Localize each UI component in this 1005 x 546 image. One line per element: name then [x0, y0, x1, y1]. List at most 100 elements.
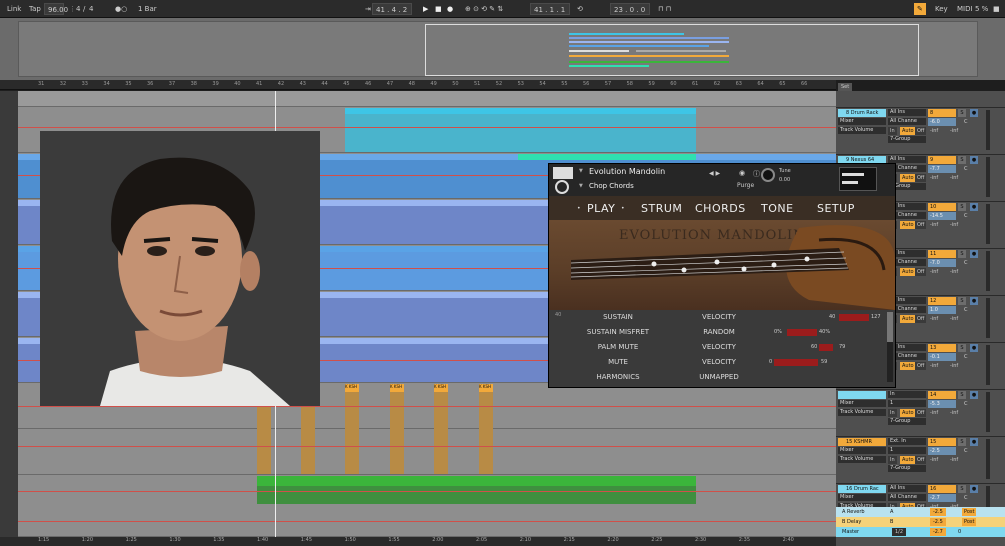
post-button[interactable]: Post: [962, 508, 977, 516]
velocity-range-bar[interactable]: [839, 314, 869, 321]
track-name-header[interactable]: 15 KSHMR: [838, 438, 886, 446]
velocity-range-bar[interactable]: [819, 344, 833, 351]
purge-menu[interactable]: Purge: [737, 182, 754, 189]
velocity-range-bar[interactable]: [787, 329, 817, 336]
volume-field[interactable]: -14.5: [928, 212, 956, 220]
track-name-header[interactable]: 16 Drum Rac: [838, 485, 886, 493]
solo-button[interactable]: S: [958, 297, 966, 305]
output-select[interactable]: 7-Group: [888, 136, 926, 143]
monitor-auto-button[interactable]: Auto: [900, 362, 916, 370]
drum-clip[interactable]: [257, 476, 696, 504]
post-button[interactable]: Post: [962, 518, 977, 526]
audio-clip[interactable]: K KSH: [479, 384, 493, 474]
fret-position-marker[interactable]: [804, 256, 810, 262]
arm-button[interactable]: ●: [970, 438, 978, 446]
metronome-icon[interactable]: ●○: [112, 3, 130, 15]
volume-field[interactable]: -6.0: [928, 118, 956, 126]
solo-button[interactable]: S: [958, 391, 966, 399]
volume-field[interactable]: -7.7: [928, 165, 956, 173]
midi-clip[interactable]: [345, 108, 696, 152]
audio-clip[interactable]: K KSH: [345, 384, 359, 474]
input-channel-select[interactable]: 1: [888, 400, 926, 407]
tune-knob[interactable]: [761, 168, 775, 182]
input-chain-select[interactable]: Mixer: [838, 447, 886, 454]
input-chain-select[interactable]: Mixer: [838, 118, 886, 125]
record-icon[interactable]: ●: [444, 3, 456, 15]
preset-name[interactable]: Chop Chords: [589, 182, 634, 190]
input-type-select[interactable]: All Ins: [888, 156, 926, 163]
articulation-mode[interactable]: RANDOM: [689, 325, 749, 340]
tempo-field[interactable]: 96.00: [44, 3, 68, 15]
monitor-off-button[interactable]: Off: [915, 127, 927, 135]
return-volume[interactable]: -2.5: [930, 508, 946, 516]
output-select[interactable]: 7-Group: [888, 418, 926, 425]
pan-value[interactable]: C: [964, 259, 968, 267]
articulation-mode[interactable]: VELOCITY: [689, 340, 749, 355]
monitor-off-button[interactable]: Off: [915, 315, 927, 323]
snapshot-icon[interactable]: ◉: [739, 169, 745, 177]
articulation-row[interactable]: SUSTAIN MISFRET RANDOM 0% 40%: [549, 325, 895, 340]
volume-field[interactable]: -0.1: [928, 353, 956, 361]
time-ruler[interactable]: 1:15 1:20 1:25 1:30 1:35 1:40 1:45 1:50 1:55 2:00…: [0, 537, 836, 546]
monitor-auto-button[interactable]: Auto: [900, 268, 916, 276]
collapse-icon[interactable]: ▼: [579, 168, 583, 174]
articulation-mode[interactable]: VELOCITY: [689, 310, 749, 325]
arm-button[interactable]: ●: [970, 297, 978, 305]
link-button[interactable]: Link: [4, 3, 24, 15]
loop-icon[interactable]: ⟲: [574, 3, 586, 15]
input-chain-select[interactable]: Mixer: [838, 400, 886, 407]
pan-value[interactable]: C: [964, 494, 968, 502]
midi-clip-header[interactable]: [518, 154, 696, 160]
monitor-auto-button[interactable]: Auto: [900, 456, 916, 464]
articulation-row[interactable]: PALM MUTE VELOCITY 60 79: [549, 340, 895, 355]
fret-position-marker[interactable]: [771, 262, 777, 268]
monitor-off-button[interactable]: Off: [915, 268, 927, 276]
bar-ruler[interactable]: 31 32 33 34 35 36 37 38 39 40 41 42 43 44 45 46 47 48 49 50…: [0, 80, 836, 90]
tab-play[interactable]: PLAY: [587, 202, 615, 215]
pan-value[interactable]: C: [964, 165, 968, 173]
monitor-in-button[interactable]: In: [888, 127, 897, 135]
input-type-select[interactable]: Ext. In: [888, 438, 926, 445]
volume-field[interactable]: 1.0: [928, 306, 956, 314]
audio-clip[interactable]: K KSH: [434, 384, 448, 474]
crossfade-division[interactable]: 1/2: [892, 528, 907, 536]
velocity-range-bar[interactable]: [774, 359, 818, 366]
tab-setup[interactable]: SETUP: [817, 202, 855, 215]
input-channel-select[interactable]: All Channe: [888, 494, 926, 501]
volume-field[interactable]: -5.3: [928, 400, 956, 408]
stop-icon[interactable]: ■: [432, 3, 445, 15]
arm-button[interactable]: ●: [970, 250, 978, 258]
monitor-in-button[interactable]: In: [888, 409, 897, 417]
input-type-select[interactable]: All Ins: [888, 109, 926, 116]
monitor-auto-button[interactable]: Auto: [900, 221, 916, 229]
monitor-auto-button[interactable]: Auto: [900, 127, 916, 135]
monitor-in-button[interactable]: In: [888, 456, 897, 464]
pan-value[interactable]: C: [964, 118, 968, 126]
audio-clip[interactable]: [257, 407, 271, 474]
monitor-auto-button[interactable]: Auto: [900, 174, 916, 182]
return-track[interactable]: A Reverb A -2.5 Post: [836, 507, 1005, 517]
input-type-select[interactable]: All Ins: [888, 485, 926, 492]
return-volume[interactable]: -2.7: [930, 528, 946, 536]
punch-icon[interactable]: ⊓ ⊓: [655, 3, 674, 15]
articulation-row[interactable]: MUTE VELOCITY 0 59: [549, 355, 895, 370]
fret-position-marker[interactable]: [741, 266, 747, 272]
audio-clip[interactable]: [301, 407, 315, 474]
monitor-off-button[interactable]: Off: [915, 221, 927, 229]
articulation-mode[interactable]: UNMAPPED: [689, 370, 749, 385]
solo-button[interactable]: S: [958, 485, 966, 493]
fret-position-marker[interactable]: [681, 267, 687, 273]
fret-position-marker[interactable]: [714, 259, 720, 265]
arm-button[interactable]: ●: [970, 203, 978, 211]
volume-field[interactable]: -2.5: [928, 447, 956, 455]
return-volume[interactable]: -2.5: [930, 518, 946, 526]
articulation-row[interactable]: SUSTAIN VELOCITY 40 127: [549, 310, 895, 325]
volume-field[interactable]: -2.7: [928, 494, 956, 502]
pan-value[interactable]: C: [964, 306, 968, 314]
tap-button[interactable]: Tap: [26, 3, 44, 15]
pan-value[interactable]: C: [964, 447, 968, 455]
pan-value[interactable]: C: [964, 353, 968, 361]
volume-field[interactable]: -7.0: [928, 259, 956, 267]
solo-button[interactable]: S: [958, 344, 966, 352]
overdub-icon[interactable]: ⊕ ⊙ ⟲ ✎ ⇅: [462, 3, 506, 15]
